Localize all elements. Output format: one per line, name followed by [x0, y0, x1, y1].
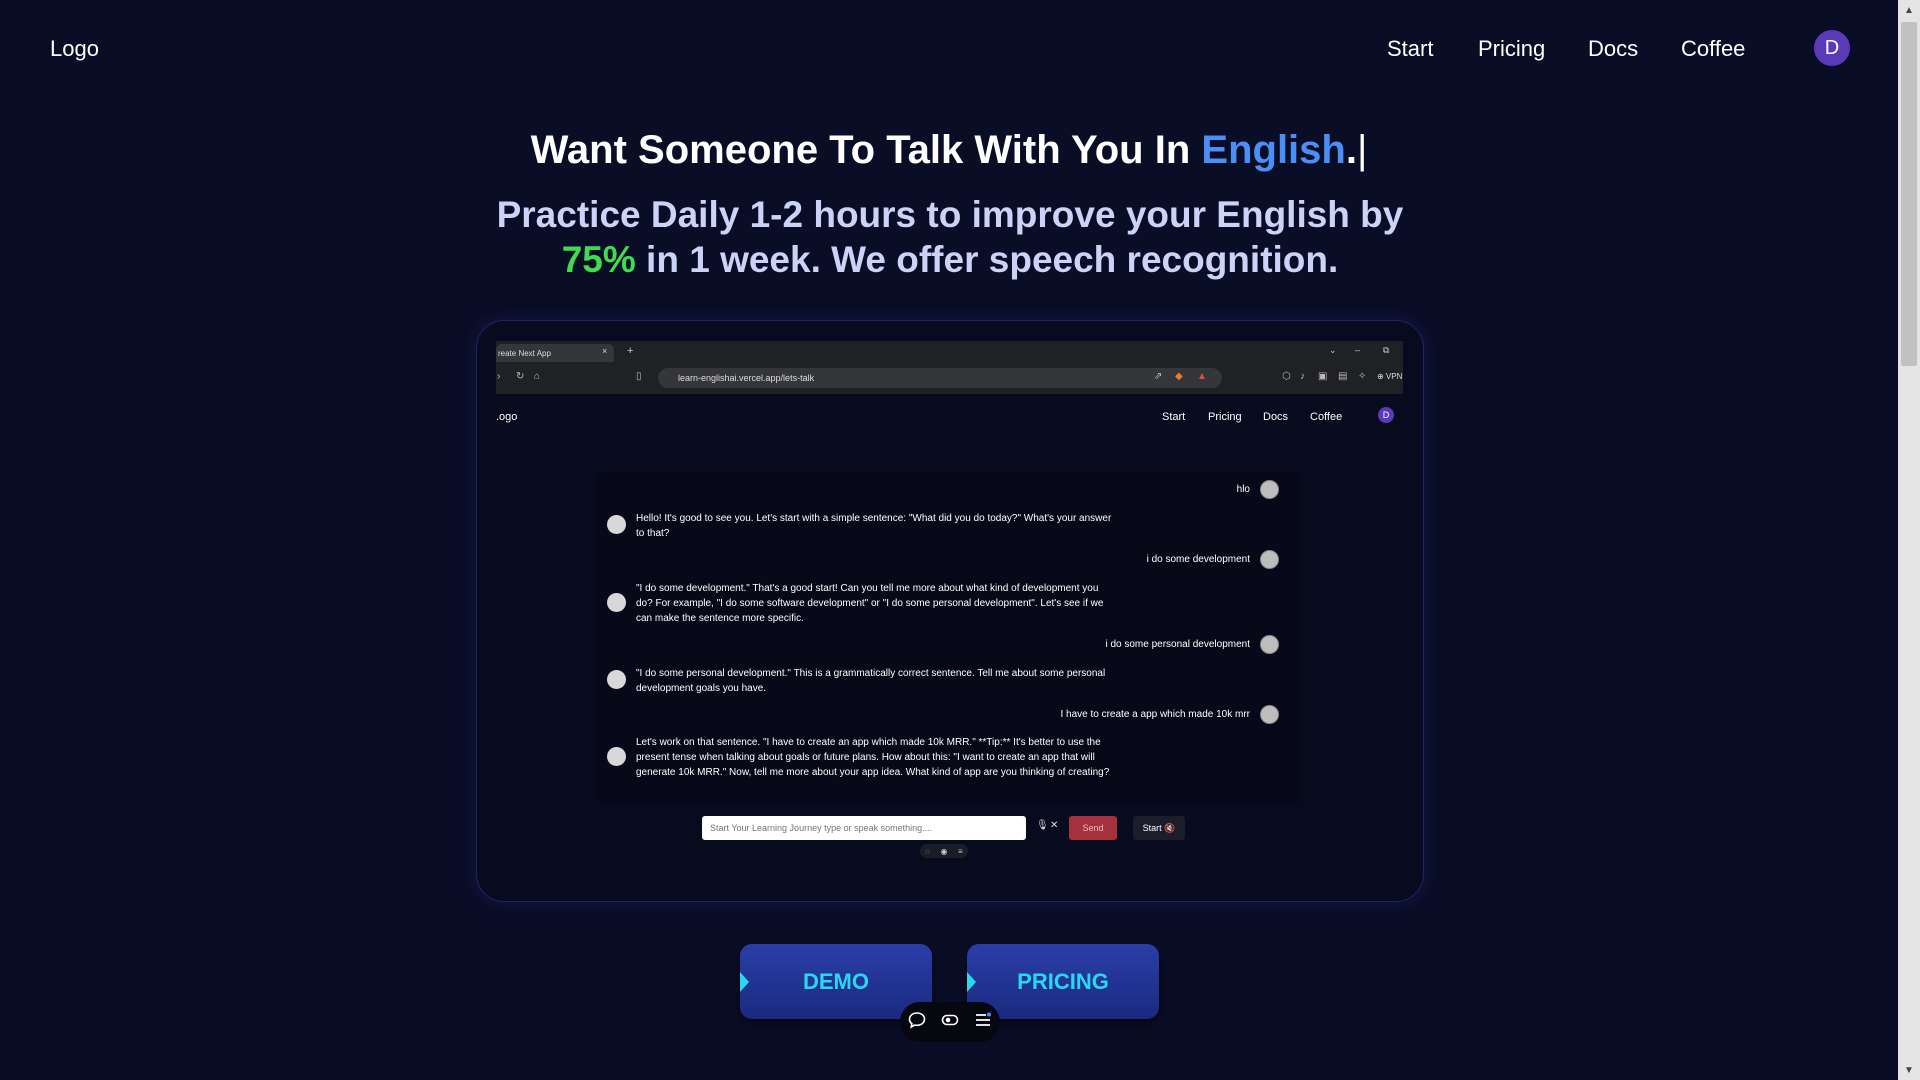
user-message: I have to create a app which made 10k mr…: [1060, 709, 1250, 720]
leo-icon: ✧: [1358, 371, 1367, 382]
wallet-icon: ▤: [1338, 371, 1348, 382]
chevron-down-icon: ⌄: [1329, 345, 1337, 355]
headline-suffix: .: [1345, 128, 1357, 172]
url-bar: learn-englishai.vercel.app/lets-talk: [658, 368, 1222, 388]
bot-message: Let's work on that sentence. "I have to …: [636, 737, 1110, 778]
scroll-down-icon[interactable]: ▼: [1898, 1060, 1920, 1080]
rewards-icon: ▲: [1197, 371, 1207, 382]
user-message: i do some personal development: [1105, 639, 1250, 650]
share-icon: ⇗: [1154, 371, 1163, 382]
scroll-up-icon[interactable]: ▲: [1898, 0, 1920, 20]
subhead-percent: 75%: [561, 239, 636, 280]
typing-cursor: |: [1356, 128, 1368, 172]
preview-toolbar: ◌ ◉ ≡: [920, 844, 968, 858]
hero-headline: Want Someone To Talk With You In English…: [0, 128, 1898, 173]
bookmark-icon: ▯: [636, 371, 642, 382]
back-icon: ›: [497, 371, 501, 382]
mic-icon[interactable]: 🎙: [1036, 820, 1049, 831]
chat-input[interactable]: [702, 816, 1026, 840]
chat-icon[interactable]: [908, 1011, 926, 1034]
bot-message: "I do some development." That's a good s…: [636, 583, 1104, 624]
menu-icon[interactable]: [974, 1011, 992, 1034]
home-icon: ⌂: [534, 371, 541, 382]
restore-icon: ⧉: [1383, 345, 1390, 355]
toggle-icon[interactable]: [941, 1011, 959, 1034]
reload-icon: ↻: [516, 371, 525, 382]
extensions-icon: ⬡: [1282, 371, 1291, 382]
user-avatar-icon: [1260, 550, 1279, 569]
bot-avatar-icon: [607, 670, 626, 689]
user-avatar-icon: [1260, 635, 1279, 654]
start-button[interactable]: Start 🔇: [1133, 816, 1185, 840]
bot-avatar-icon: [607, 515, 626, 534]
preview-nav-start: Start: [1162, 411, 1186, 423]
minimize-icon: –: [1355, 345, 1361, 355]
pricing-button[interactable]: PRICING: [967, 944, 1159, 1019]
bot-avatar-icon: [607, 593, 626, 612]
sidebar-icon: ▣: [1318, 371, 1328, 382]
pricing-label: PRICING: [1017, 968, 1109, 994]
nav-docs[interactable]: Docs: [1588, 36, 1638, 62]
subhead-line1: Practice Daily 1-2 hours to improve your…: [496, 194, 1404, 235]
headline-highlight: English: [1201, 128, 1346, 172]
bot-message: Hello! It's good to see you. Let's start…: [636, 513, 1112, 539]
scroll-thumb[interactable]: [1901, 22, 1917, 366]
site-logo[interactable]: Logo: [50, 36, 99, 62]
bot-avatar-icon: [607, 747, 626, 766]
tab-close-icon: ×: [602, 346, 608, 356]
user-message: i do some development: [1146, 554, 1250, 565]
subhead-line2: in 1 week. We offer speech recognition.: [635, 239, 1339, 280]
browser-tab: reate Next App: [496, 344, 614, 362]
demo-label: DEMO: [803, 968, 869, 994]
toggle-icon: ◉: [940, 846, 948, 856]
vpn-badge: ⊕ VPN: [1377, 372, 1403, 381]
floating-toolbar: [900, 1002, 1000, 1042]
music-icon: ♪: [1300, 371, 1305, 382]
preview-nav-docs: Docs: [1263, 411, 1289, 423]
demo-button[interactable]: DEMO: [740, 944, 932, 1019]
chat-icon: ◌: [925, 846, 931, 856]
nav-coffee[interactable]: Coffee: [1681, 36, 1745, 62]
preview-nav-pricing: Pricing: [1208, 411, 1242, 423]
preview-logo: .ogo: [496, 411, 518, 423]
play-arrow-icon: [967, 972, 976, 992]
menu-icon: ≡: [958, 846, 963, 856]
user-message: hlo: [1236, 484, 1250, 495]
send-button[interactable]: Send: [1069, 816, 1117, 840]
play-arrow-icon: [740, 972, 749, 992]
headline-prefix: Want Someone To Talk With You In: [530, 128, 1202, 172]
mic-off-icon[interactable]: ✕: [1050, 820, 1058, 831]
user-avatar[interactable]: D: [1814, 30, 1850, 66]
hero-subheading: Practice Daily 1-2 hours to improve your…: [440, 192, 1460, 282]
user-avatar-icon: [1260, 480, 1279, 499]
nav-start[interactable]: Start: [1387, 36, 1433, 62]
preview-nav-coffee: Coffee: [1310, 411, 1343, 423]
brave-shield-icon: ◆: [1175, 371, 1183, 382]
preview-avatar: D: [1378, 407, 1394, 423]
bot-message: "I do some personal development." This i…: [636, 668, 1106, 694]
new-tab-icon: +: [627, 345, 634, 357]
nav-pricing[interactable]: Pricing: [1478, 36, 1545, 62]
user-avatar-icon: [1260, 705, 1279, 724]
